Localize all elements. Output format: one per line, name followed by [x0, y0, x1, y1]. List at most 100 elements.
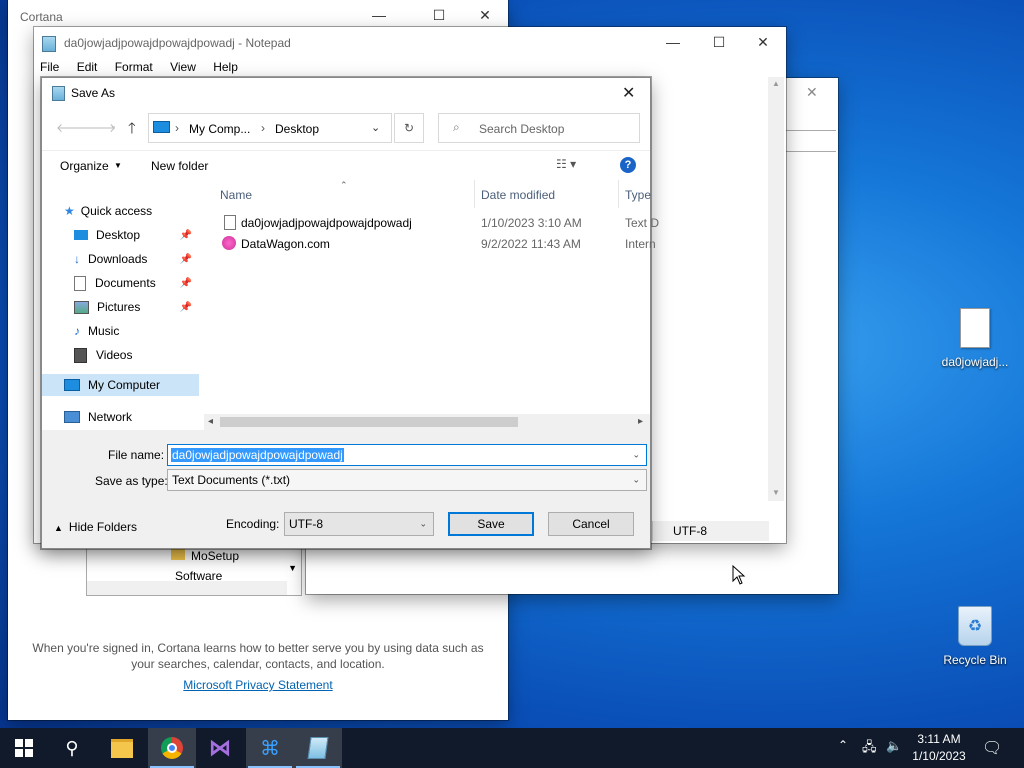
pin-icon: 📌 — [179, 229, 192, 241]
file-row[interactable]: da0jowjadjpowajdpowajdpowadj 1/10/2023 3… — [204, 212, 659, 233]
file-type: Text D — [625, 216, 660, 230]
column-header-type[interactable]: Type — [625, 188, 651, 202]
nav-item-downloads[interactable]: ↓ Downloads 📌 — [74, 248, 198, 270]
chevron-up-icon[interactable]: ▲ — [772, 79, 780, 88]
nav-item-documents[interactable]: Documents 📌 — [74, 272, 198, 294]
desktop-file-label: da0jowjadj... — [941, 355, 1009, 369]
file-name-field[interactable]: da0jowjadjpowajdpowajdpowadj ⌄ — [167, 444, 647, 466]
nav-item-desktop[interactable]: Desktop 📌 — [74, 224, 198, 246]
menu-view[interactable]: View — [170, 60, 196, 74]
refresh-button[interactable]: ↻ — [394, 113, 424, 143]
pin-icon: 📌 — [179, 277, 192, 289]
star-icon: ★ — [64, 204, 75, 218]
save-button[interactable]: Save — [448, 512, 534, 536]
cancel-button[interactable]: Cancel — [548, 512, 634, 536]
chevron-right-icon[interactable]: ▸ — [638, 416, 643, 427]
chevron-down-icon[interactable]: ⌄ — [371, 121, 380, 134]
tree-item-mosetup[interactable]: MoSetup — [191, 549, 239, 563]
text-file-icon — [960, 308, 990, 348]
search-placeholder: Search Desktop — [479, 122, 565, 136]
search-button[interactable]: ⚲ — [48, 728, 96, 768]
column-header-name[interactable]: Name — [220, 188, 252, 202]
nav-label: Downloads — [88, 252, 148, 266]
save-type-select[interactable]: Text Documents (*.txt) ⌄ — [167, 469, 647, 491]
vertical-scrollbar[interactable]: ▲ ▼ — [768, 77, 784, 501]
menu-help[interactable]: Help — [213, 60, 238, 74]
show-hidden-icons[interactable]: ⌃ — [838, 738, 848, 752]
up-arrow-icon[interactable]: 🡑 — [128, 118, 136, 143]
file-type: Intern — [625, 237, 656, 251]
save-as-title-bar: Save As ✕ — [42, 78, 650, 108]
maximize-button[interactable]: ☐ — [416, 0, 462, 30]
pin-icon: 📌 — [179, 301, 192, 313]
file-list: ⌃ Name Date modified Type da0jowjadjpowa… — [204, 180, 659, 430]
chevron-down-icon[interactable]: ▼ — [772, 488, 780, 497]
new-folder-button[interactable]: New folder — [151, 159, 208, 173]
chevron-right-icon: › — [261, 121, 265, 135]
internet-shortcut-icon — [222, 236, 236, 250]
chevron-down-icon[interactable]: ⌄ — [419, 519, 427, 530]
cortana-title: Cortana — [20, 10, 63, 24]
hide-folders-label: Hide Folders — [68, 520, 137, 534]
maximize-button[interactable]: ☐ — [696, 27, 742, 57]
close-button[interactable]: ✕ — [740, 27, 786, 57]
network-app-button[interactable]: ⌘ — [246, 728, 294, 768]
search-icon: ⌕ — [453, 120, 460, 134]
chevron-left-icon[interactable]: ◂ — [208, 416, 213, 427]
nav-quick-access[interactable]: ★ Quick access — [64, 200, 152, 222]
notepad-icon — [52, 86, 65, 101]
encoding-select[interactable]: UTF-8 ⌄ — [284, 512, 434, 536]
address-bar[interactable]: › My Comp... › Desktop ⌄ — [148, 113, 392, 143]
visual-studio-button[interactable]: ⋈ — [196, 728, 244, 768]
network-status-icon[interactable]: 🖧 — [862, 738, 877, 760]
chevron-down-icon[interactable]: ⌄ — [632, 475, 640, 486]
volume-icon[interactable]: 🔈 — [886, 738, 902, 754]
column-header-date[interactable]: Date modified — [481, 188, 555, 202]
action-center-icon[interactable]: 🗨 — [982, 738, 1002, 758]
organize-button[interactable]: Organize — [60, 159, 109, 173]
close-icon[interactable]: ✕ — [622, 83, 635, 103]
menu-edit[interactable]: Edit — [77, 60, 98, 74]
minimize-button[interactable]: — — [650, 27, 696, 57]
folder-icon — [111, 738, 133, 758]
horizontal-scrollbar[interactable] — [87, 581, 287, 595]
horizontal-scrollbar[interactable]: ◂ ▸ — [204, 414, 650, 430]
search-input[interactable]: ⌕ Search Desktop — [438, 113, 640, 143]
save-type-label: Save as type: — [95, 474, 168, 488]
menu-file[interactable]: File — [40, 60, 59, 74]
nav-label: Music — [88, 324, 120, 338]
nav-item-music[interactable]: ♪ Music — [74, 320, 119, 342]
help-icon[interactable]: ? — [620, 157, 636, 173]
recent-locations-icon[interactable]: ⌄ — [110, 121, 117, 130]
breadcrumb-desktop[interactable]: Desktop — [275, 122, 319, 136]
breadcrumb-my-computer[interactable]: My Comp... — [189, 122, 250, 136]
divider — [786, 130, 836, 152]
privacy-link[interactable]: Microsoft Privacy Statement — [8, 678, 508, 692]
chrome-button[interactable] — [148, 728, 196, 768]
start-button[interactable] — [0, 728, 48, 768]
nav-my-computer[interactable]: My Computer — [42, 374, 199, 396]
clock[interactable]: 3:11 AM 1/10/2023 — [908, 731, 970, 765]
chevron-down-icon[interactable]: ▼ — [288, 563, 297, 573]
notepad-button[interactable] — [294, 728, 342, 768]
nav-item-videos[interactable]: Videos — [74, 344, 132, 366]
network-icon — [64, 411, 80, 423]
save-as-title: Save As — [71, 86, 116, 100]
hide-folders-button[interactable]: ▲ Hide Folders — [54, 520, 137, 534]
scrollbar-thumb[interactable] — [220, 417, 518, 427]
notepad-icon — [42, 36, 56, 52]
view-options-icon[interactable]: ☷ ▾ — [556, 157, 576, 171]
file-explorer-button[interactable] — [98, 728, 146, 768]
folder-tree: MoSetup Software ▼ — [86, 542, 302, 596]
minimize-button[interactable]: — — [356, 0, 402, 30]
nav-item-pictures[interactable]: Pictures 📌 — [74, 296, 198, 318]
close-icon[interactable]: ✕ — [806, 84, 818, 101]
nav-network[interactable]: Network — [64, 406, 132, 428]
recycle-bin[interactable]: ♻ Recycle Bin — [936, 600, 1014, 670]
menu-format[interactable]: Format — [115, 60, 153, 74]
chevron-down-icon[interactable]: ⌄ — [632, 450, 640, 461]
picture-icon — [74, 300, 89, 314]
desktop-file-icon[interactable]: da0jowjadj... — [936, 304, 1014, 374]
close-button[interactable]: ✕ — [462, 0, 508, 30]
file-row[interactable]: DataWagon.com 9/2/2022 11:43 AM Intern — [204, 233, 656, 254]
